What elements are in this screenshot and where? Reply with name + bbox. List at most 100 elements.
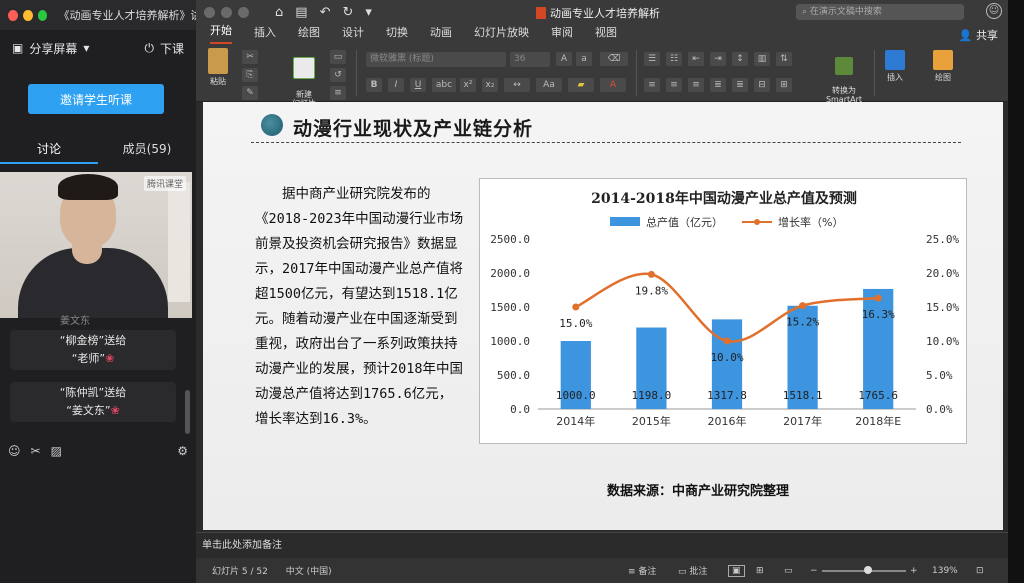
reading-view-icon[interactable]: ▭ (784, 566, 793, 576)
emoji-icon[interactable]: ☺ (8, 444, 21, 458)
gear-icon[interactable]: ⚙ (177, 444, 188, 458)
fit-window-icon[interactable]: ⊡ (976, 566, 984, 576)
new-slide-button[interactable]: 新建 幻灯片 (284, 48, 324, 108)
classroom-titlebar: 《动画专业人才培养解析》讲座 (0, 0, 196, 30)
minimize-icon[interactable] (22, 9, 33, 21)
slide-title[interactable]: 动漫行业现状及产业链分析 (293, 114, 533, 141)
notes-pane[interactable]: 单击此处添加备注 (196, 532, 1008, 558)
tab-review[interactable]: 审阅 (551, 24, 573, 44)
line-spacing-icon[interactable]: ↕ (732, 52, 748, 66)
align-right-icon[interactable]: ≡ (688, 78, 704, 92)
save-icon[interactable]: ▤ (295, 5, 307, 20)
chart[interactable]: 2014-2018年中国动漫产业总产值及预测 总产值（亿元） 增长率（%） 0.… (479, 178, 967, 444)
font-size-select[interactable]: 36 (510, 52, 550, 67)
scissors-icon[interactable]: ✂ (31, 444, 41, 458)
close-icon[interactable] (8, 9, 18, 21)
align-text-icon[interactable]: ⊟ (754, 78, 770, 92)
slide-body-text[interactable]: 据中商产业研究院发布的《2018-2023年中国动漫行业市场前景及投资机会研究报… (255, 182, 465, 432)
invite-students-button[interactable]: 邀请学生听课 (28, 84, 164, 114)
char-spacing-icon[interactable]: ↔ (504, 78, 530, 92)
person-icon: 👤 (958, 29, 976, 42)
tab-animations[interactable]: 动画 (430, 24, 452, 44)
search-input[interactable]: ⌕ 在演示文稿中搜索 (796, 4, 964, 20)
redo-icon[interactable]: ↻ (342, 5, 353, 20)
case-icon[interactable]: Aa (536, 78, 562, 92)
paste-button[interactable]: 粘贴 (204, 48, 232, 87)
tab-insert[interactable]: 插入 (254, 24, 276, 44)
outdent-icon[interactable]: ⇤ (688, 52, 704, 66)
maximize-icon[interactable] (37, 9, 48, 21)
align-center-icon[interactable]: ≡ (666, 78, 682, 92)
document-title-text: 动画专业人才培养解析 (550, 7, 660, 20)
home-icon[interactable]: ⌂ (275, 5, 283, 20)
tab-slideshow[interactable]: 幻灯片放映 (474, 24, 529, 44)
cut-icon[interactable]: ✂ (242, 50, 258, 64)
maximize-icon[interactable] (238, 6, 249, 18)
close-icon[interactable] (204, 6, 215, 18)
y-left-tick-label: 2500.0 (490, 233, 530, 246)
bullets-icon[interactable]: ☰ (644, 52, 660, 66)
chat-message-line: “姜文东”❀ (10, 402, 176, 420)
reset-icon[interactable]: ↺ (330, 68, 346, 82)
legend-swatch-bar (610, 217, 640, 226)
align-left-icon[interactable]: ≡ (644, 78, 660, 92)
notes-toggle[interactable]: ≡ 备注 (628, 564, 656, 577)
draw-button[interactable]: 绘图 (928, 50, 958, 83)
underline-icon[interactable]: U (410, 78, 426, 92)
ribbon-separator (356, 50, 357, 96)
font-name-select[interactable]: 微软雅黑 (标题) (366, 52, 506, 67)
undo-icon[interactable]: ↶ (320, 5, 331, 20)
tab-home[interactable]: 开始 (210, 22, 232, 44)
superscript-icon[interactable]: x² (460, 78, 476, 92)
zoom-level[interactable]: 139% (932, 566, 958, 576)
distributed-icon[interactable]: ≣ (732, 78, 748, 92)
tab-design[interactable]: 设计 (342, 24, 364, 44)
tab-view[interactable]: 视图 (595, 24, 617, 44)
tab-members[interactable]: 成员(59) (98, 136, 196, 164)
zoom-slider-handle[interactable] (864, 566, 872, 574)
share-button[interactable]: 👤 共享 (959, 27, 998, 43)
customize-icon[interactable]: ▾ (365, 5, 372, 20)
numbering-icon[interactable]: ☷ (666, 52, 682, 66)
tab-draw[interactable]: 绘图 (298, 24, 320, 44)
section-icon[interactable]: ≡ (330, 86, 346, 100)
increase-font-icon[interactable]: A (556, 52, 572, 66)
columns-icon[interactable]: ▥ (754, 52, 770, 66)
layout-icon[interactable]: ▭ (330, 50, 346, 64)
comments-toggle[interactable]: ▭ 批注 (678, 564, 707, 577)
feedback-smiley-icon[interactable]: ☺ (986, 3, 1002, 19)
zoom-out-icon[interactable]: − (810, 566, 818, 576)
vertical-align-icon[interactable]: ⊞ (776, 78, 792, 92)
copy-icon[interactable]: ⎘ (242, 68, 258, 82)
language-indicator[interactable]: 中文 (中国) (286, 564, 332, 577)
indent-icon[interactable]: ⇥ (710, 52, 726, 66)
clear-format-icon[interactable]: ⌫ (600, 52, 628, 66)
insert-button[interactable]: 插入 (880, 50, 910, 83)
decrease-font-icon[interactable]: a (576, 52, 592, 66)
bold-icon[interactable]: B (366, 78, 382, 92)
chat-message-line: “老师”❀ (10, 350, 176, 368)
format-painter-icon[interactable]: ✎ (242, 86, 258, 100)
highlight-icon[interactable]: ▰ (568, 78, 594, 92)
slide[interactable]: 动漫行业现状及产业链分析 据中商产业研究院发布的《2018-2023年中国动漫行… (203, 102, 1003, 530)
italic-icon[interactable]: I (388, 78, 404, 92)
normal-view-icon[interactable]: ▣ (728, 564, 745, 577)
end-class-button[interactable]: ⏻ 下课 (144, 40, 184, 57)
desktop-edge (1008, 0, 1024, 583)
zoom-in-icon[interactable]: + (910, 566, 918, 576)
tab-discuss[interactable]: 讨论 (0, 136, 98, 164)
text-direction-icon[interactable]: ⇅ (776, 52, 792, 66)
justify-icon[interactable]: ≣ (710, 78, 726, 92)
subscript-icon[interactable]: x₂ (482, 78, 498, 92)
font-color-icon[interactable]: A (600, 78, 626, 92)
share-screen-button[interactable]: ▣ 分享屏幕 ▾ (12, 40, 89, 57)
image-icon[interactable]: ▨ (51, 444, 62, 458)
minimize-icon[interactable] (221, 6, 232, 18)
convert-smartart-button[interactable]: 转换为 SmartArt (822, 48, 866, 104)
chat-scrollbar[interactable] (185, 390, 190, 434)
chart-legend: 总产值（亿元） 增长率（%） (610, 215, 843, 229)
strikethrough-icon[interactable]: abc (432, 78, 456, 92)
slide-sorter-icon[interactable]: ⊞ (756, 566, 764, 576)
tab-transitions[interactable]: 切换 (386, 24, 408, 44)
legend-marker (754, 219, 760, 225)
